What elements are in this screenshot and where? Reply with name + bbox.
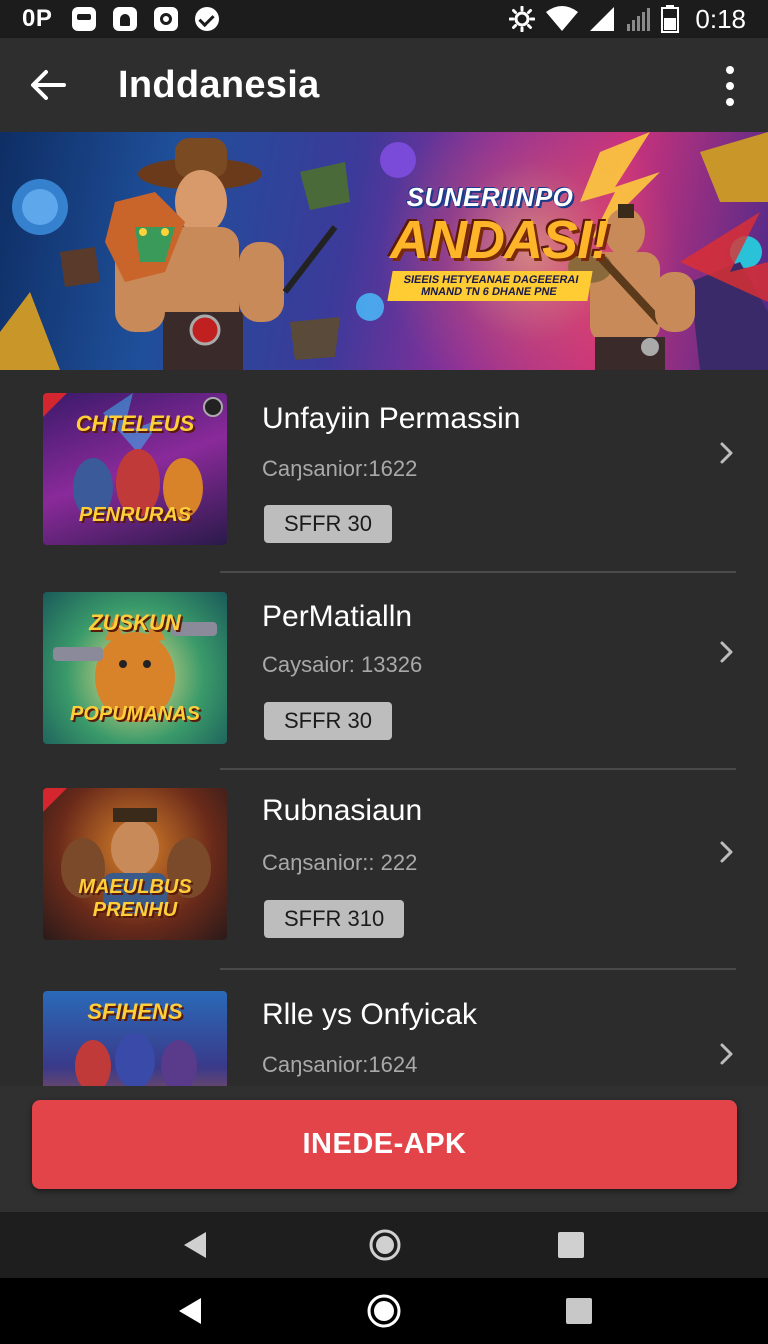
item-title: Rubnasiaun bbox=[262, 794, 423, 827]
system-navigation-bar bbox=[0, 1278, 768, 1344]
nav-recents-button[interactable] bbox=[546, 1212, 596, 1278]
clock: 0:18 bbox=[695, 3, 746, 34]
brightness-icon bbox=[509, 6, 536, 32]
more-vertical-icon bbox=[726, 98, 734, 106]
item-subtitle: Caŋsanior:1624 bbox=[262, 1052, 418, 1077]
price-badge: SFFR 30 bbox=[264, 702, 393, 740]
game-list: CHTELEUS PENRURAS Unfayiin Permassin Caŋ… bbox=[0, 370, 768, 1086]
download-apk-button[interactable]: INEDE-APK bbox=[32, 1100, 737, 1189]
thumbnail-subtitle: MAEULBUS PRENHU bbox=[78, 876, 192, 921]
item-subtitle: Caŋsanior:: 222 bbox=[262, 850, 418, 875]
nav-recents-icon bbox=[566, 1298, 592, 1324]
more-vertical-icon bbox=[726, 82, 734, 90]
nav-home-button[interactable] bbox=[360, 1212, 410, 1278]
wifi-icon bbox=[546, 6, 579, 31]
item-subtitle: Caysaior: 13326 bbox=[262, 652, 423, 677]
item-title: Rlle ys Onfyicak bbox=[262, 998, 478, 1031]
system-home-button[interactable] bbox=[359, 1278, 409, 1344]
thumbnail-title: SFIHENS bbox=[87, 999, 183, 1024]
price-badge: SFFR 310 bbox=[264, 900, 405, 938]
app-bar: Inddanesia bbox=[0, 38, 768, 132]
game-thumbnail: MAEULBUS PRENHU bbox=[43, 788, 227, 940]
chevron-right-icon bbox=[720, 1043, 733, 1065]
carrier-label: 0P bbox=[22, 5, 53, 32]
page-title: Inddanesia bbox=[118, 63, 320, 106]
signal-icon bbox=[590, 7, 615, 31]
corner-tag bbox=[43, 788, 67, 812]
thumbnail-subtitle: PENRURAS bbox=[78, 504, 192, 526]
nav-back-icon bbox=[184, 1232, 206, 1258]
arrow-left-icon bbox=[31, 70, 66, 100]
navigation-bar bbox=[0, 1212, 768, 1278]
thumbnail-title: ZUSKUN bbox=[89, 610, 181, 635]
chevron-right-icon bbox=[720, 442, 733, 464]
system-back-button[interactable] bbox=[165, 1278, 215, 1344]
item-subtitle: Caŋsanior:1622 bbox=[262, 456, 418, 481]
nav-recents-icon bbox=[558, 1232, 584, 1258]
list-item[interactable]: CHTELEUS PENRURAS Unfayiin Permassin Caŋ… bbox=[0, 370, 768, 566]
list-item[interactable]: ZUSKUN POPUMANAS PerMatialln Caysaior: 1… bbox=[0, 568, 768, 764]
list-item[interactable]: MAEULBUS PRENHU Rubnasiaun Caŋsanior:: 2… bbox=[0, 766, 768, 962]
cta-container: INEDE-APK bbox=[0, 1086, 768, 1212]
game-thumbnail: SFIHENS bbox=[43, 991, 227, 1086]
check-shield-icon bbox=[195, 7, 220, 31]
headset-icon bbox=[113, 7, 138, 31]
status-bar: 0P 0:18 bbox=[0, 0, 768, 38]
game-thumbnail: ZUSKUN POPUMANAS bbox=[43, 592, 227, 744]
system-recents-button[interactable] bbox=[554, 1278, 604, 1344]
thumbnail-subtitle: POPUMANAS bbox=[69, 703, 200, 725]
item-title: PerMatialln bbox=[262, 600, 413, 633]
back-button[interactable] bbox=[28, 65, 68, 105]
nav-home-icon bbox=[367, 1294, 401, 1328]
more-options-button[interactable] bbox=[718, 66, 742, 106]
battery-icon bbox=[661, 5, 680, 33]
game-thumbnail: CHTELEUS PENRURAS bbox=[43, 393, 227, 545]
banner-artwork bbox=[0, 132, 768, 370]
nav-back-icon bbox=[179, 1298, 201, 1324]
banner-logo-line1: SUNERIINPO bbox=[406, 182, 574, 212]
signal-weak-icon bbox=[627, 8, 651, 31]
banner-logo-line3: SIEEIS HETYEANAE DAGEEERAI MNAND TN 6 DH… bbox=[387, 271, 593, 301]
record-icon bbox=[154, 7, 179, 31]
banner-logo-line2: ANDASI! bbox=[390, 210, 609, 270]
app-screen: 0P 0:18 Inddanesia SUNERIINPO ANDASI! SI… bbox=[0, 0, 768, 1344]
status-right: 0:18 bbox=[509, 4, 746, 35]
more-vertical-icon bbox=[726, 66, 734, 74]
nav-home-icon bbox=[369, 1229, 401, 1261]
list-item[interactable]: SFIHENS Rlle ys Onfyicak Caŋsanior:1624 bbox=[0, 968, 768, 1086]
item-title: Unfayiin Permassin bbox=[262, 402, 521, 435]
nav-back-button[interactable] bbox=[170, 1212, 220, 1278]
price-badge: SFFR 30 bbox=[264, 505, 393, 543]
promo-banner[interactable]: SUNERIINPO ANDASI! SIEEIS HETYEANAE DAGE… bbox=[0, 132, 768, 370]
message-icon bbox=[72, 7, 97, 31]
chevron-right-icon bbox=[720, 841, 733, 863]
chevron-right-icon bbox=[720, 641, 733, 663]
banner-logo: SUNERIINPO ANDASI! SIEEIS HETYEANAE DAGE… bbox=[387, 182, 609, 301]
thumbnail-title: CHTELEUS bbox=[75, 411, 195, 436]
